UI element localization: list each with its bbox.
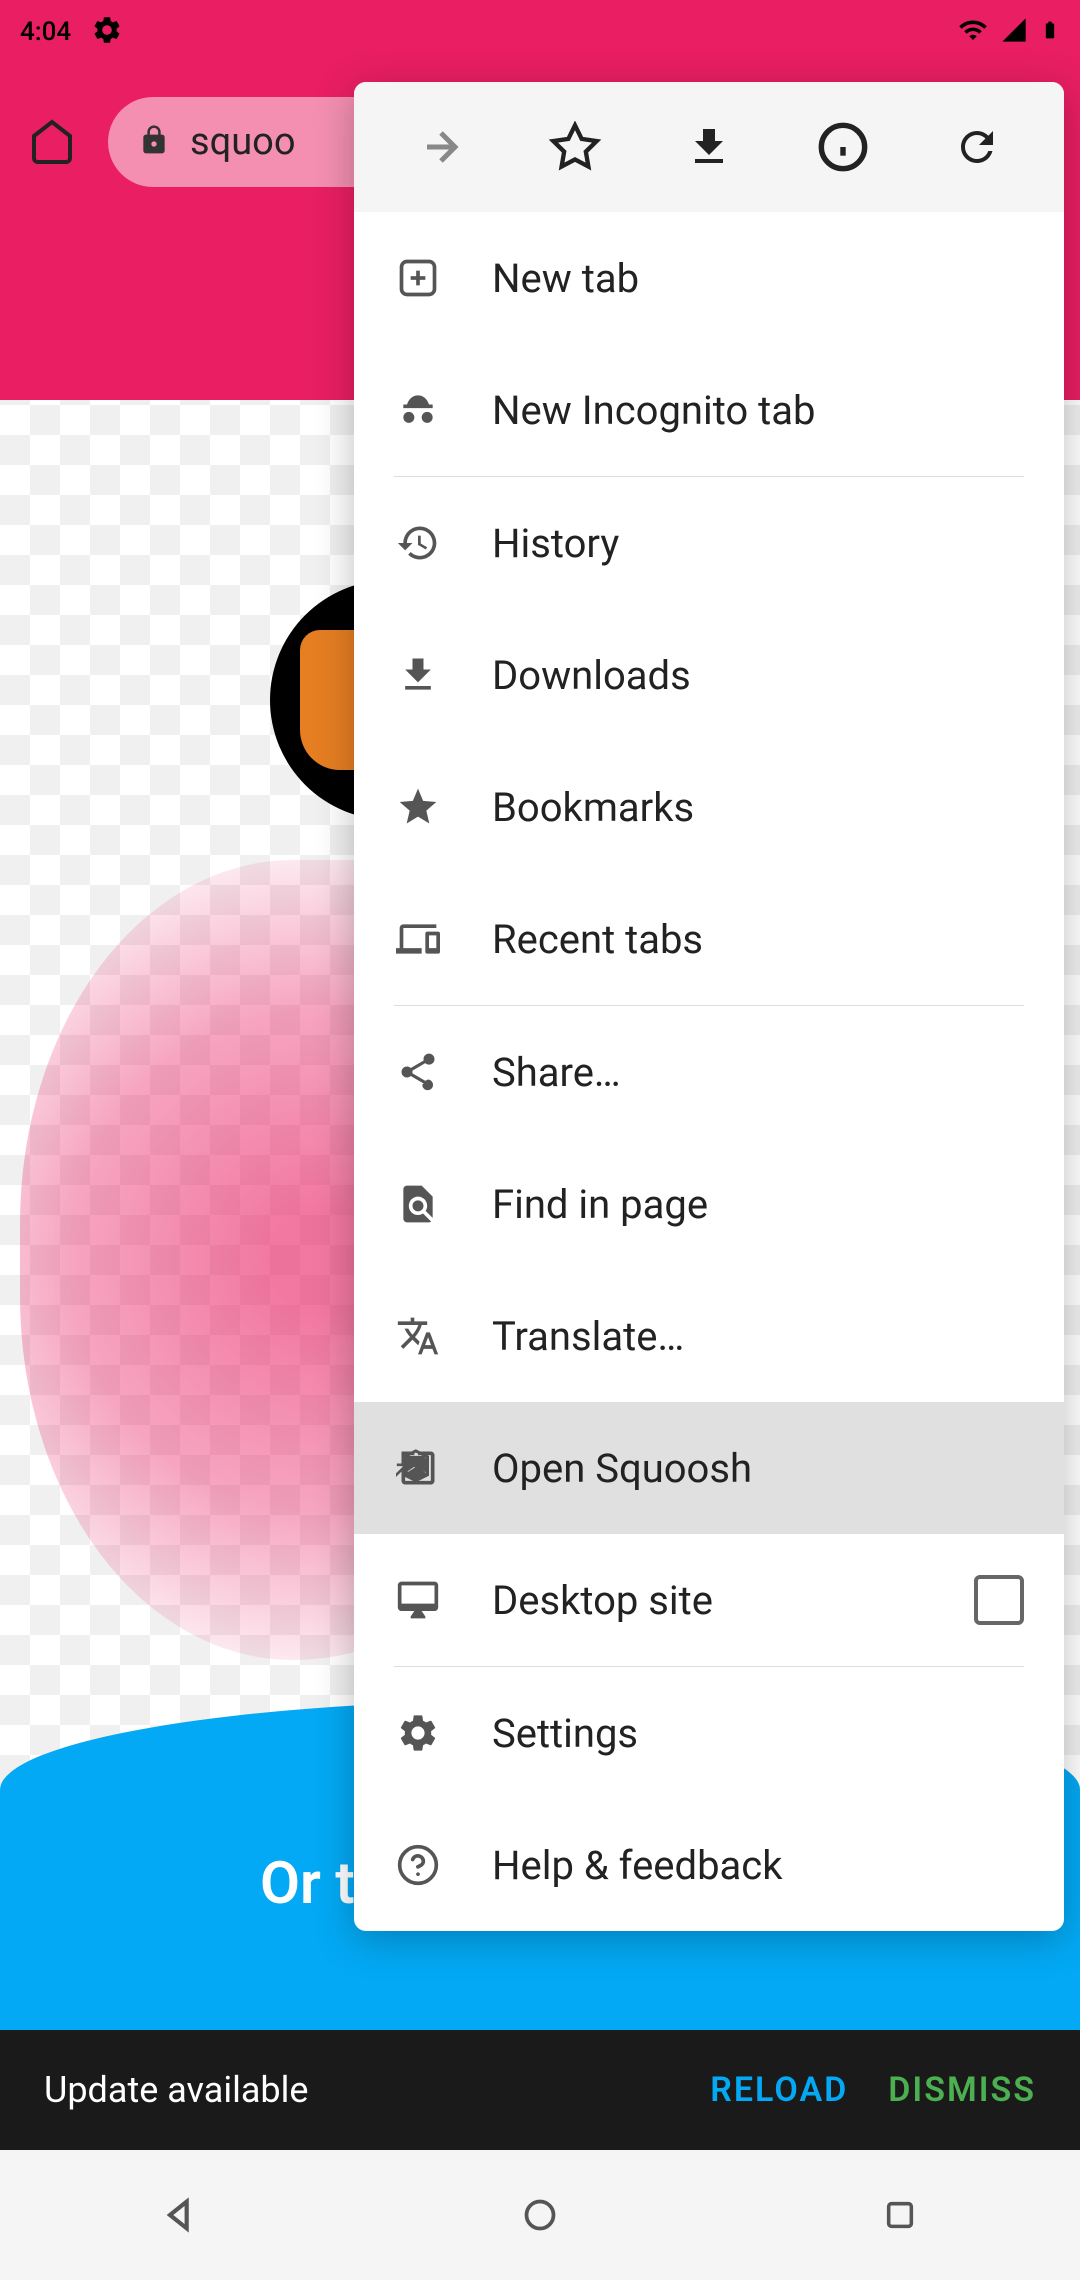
history-icon <box>394 519 442 567</box>
download-icon <box>394 651 442 699</box>
menu-item-settings[interactable]: Settings <box>354 1667 1064 1799</box>
menu-item-recent-tabs[interactable]: Recent tabs <box>354 873 1064 1005</box>
wifi-icon <box>958 15 988 49</box>
settings-icon <box>394 1709 442 1757</box>
menu-item-translate[interactable]: Translate… <box>354 1270 1064 1402</box>
menu-label: Desktop site <box>492 1577 924 1624</box>
translate-icon <box>394 1312 442 1360</box>
new-tab-icon <box>394 254 442 302</box>
menu-label: New tab <box>492 255 1024 302</box>
wave-heading: Or t <box>260 1850 355 1918</box>
menu-action-row <box>354 82 1064 212</box>
page-info-button[interactable] <box>798 102 888 192</box>
menu-label: Share… <box>492 1049 1024 1096</box>
menu-item-incognito[interactable]: New Incognito tab <box>354 344 1064 476</box>
menu-label: Settings <box>492 1710 1024 1757</box>
menu-items-list: New tab New Incognito tab History Downlo… <box>354 212 1064 1931</box>
menu-item-find-in-page[interactable]: Find in page <box>354 1138 1064 1270</box>
forward-button[interactable] <box>396 102 486 192</box>
menu-label: New Incognito tab <box>492 387 1024 434</box>
menu-item-bookmarks[interactable]: Bookmarks <box>354 741 1064 873</box>
share-icon <box>394 1048 442 1096</box>
desktop-site-checkbox[interactable] <box>974 1575 1024 1625</box>
bookmark-filled-icon <box>394 783 442 831</box>
menu-label: Translate… <box>492 1313 1024 1360</box>
menu-label: Recent tabs <box>492 916 1024 963</box>
menu-item-share[interactable]: Share… <box>354 1006 1064 1138</box>
menu-item-help[interactable]: Help & feedback <box>354 1799 1064 1931</box>
status-right-group <box>958 14 1060 50</box>
menu-label: Help & feedback <box>492 1842 1024 1889</box>
home-button[interactable] <box>20 110 84 174</box>
bookmark-star-button[interactable] <box>530 102 620 192</box>
find-icon <box>394 1180 442 1228</box>
status-left-group: 4:04 <box>20 14 123 50</box>
download-page-button[interactable] <box>664 102 754 192</box>
snackbar-message: Update available <box>44 2069 670 2111</box>
open-app-icon <box>394 1444 442 1492</box>
menu-label: Open Squoosh <box>492 1445 1024 1492</box>
status-time: 4:04 <box>20 17 71 47</box>
settings-notification-icon <box>91 14 123 50</box>
lock-icon <box>138 124 170 160</box>
menu-label: History <box>492 520 1024 567</box>
browser-menu: New tab New Incognito tab History Downlo… <box>354 82 1064 1931</box>
back-nav-button[interactable] <box>150 2185 210 2245</box>
desktop-icon <box>394 1576 442 1624</box>
home-nav-button[interactable] <box>510 2185 570 2245</box>
reload-action-button[interactable]: RELOAD <box>710 2070 848 2110</box>
url-text: squoo <box>190 120 296 164</box>
menu-item-open-app[interactable]: Open Squoosh <box>354 1402 1064 1534</box>
recents-nav-button[interactable] <box>870 2185 930 2245</box>
signal-icon <box>1000 16 1028 48</box>
dismiss-action-button[interactable]: DISMISS <box>888 2070 1036 2110</box>
menu-label: Find in page <box>492 1181 1024 1228</box>
incognito-icon <box>394 386 442 434</box>
menu-item-new-tab[interactable]: New tab <box>354 212 1064 344</box>
system-nav-bar <box>0 2150 1080 2280</box>
menu-label: Bookmarks <box>492 784 1024 831</box>
menu-item-history[interactable]: History <box>354 477 1064 609</box>
status-bar: 4:04 <box>0 0 1080 64</box>
recent-tabs-icon <box>394 915 442 963</box>
battery-icon <box>1040 14 1060 50</box>
menu-label: Downloads <box>492 652 1024 699</box>
help-icon <box>394 1841 442 1889</box>
menu-item-desktop-site[interactable]: Desktop site <box>354 1534 1064 1666</box>
reload-button[interactable] <box>932 102 1022 192</box>
menu-item-downloads[interactable]: Downloads <box>354 609 1064 741</box>
update-snackbar: Update available RELOAD DISMISS <box>0 2030 1080 2150</box>
